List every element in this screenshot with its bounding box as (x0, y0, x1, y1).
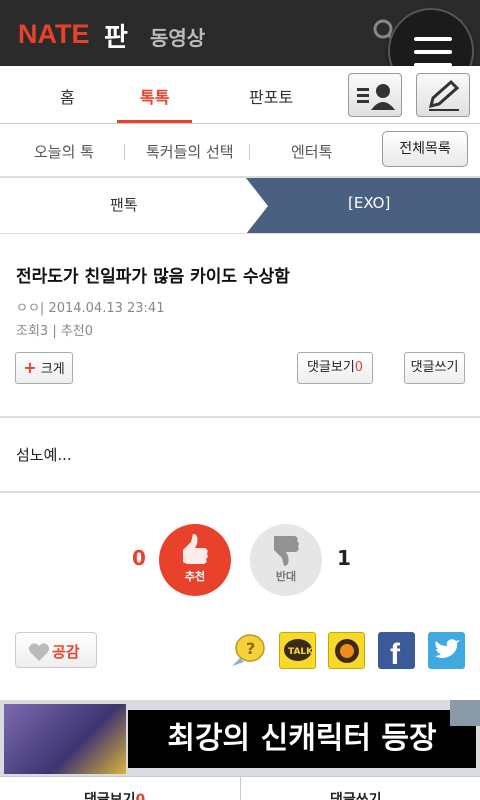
downvote-count: 1 (337, 546, 351, 570)
tab-panphoto[interactable]: 판포토 (249, 84, 293, 108)
subnav-choice[interactable]: 톡커들의 선택 (146, 141, 234, 162)
upvote-count: 0 (132, 546, 146, 570)
bottom-view-comments-label: 댓글보기 (84, 792, 136, 800)
article-body: 섬노예... (16, 446, 72, 464)
view-comments-button[interactable]: 댓글보기0 (297, 352, 373, 384)
subnav-entertalk[interactable]: 엔터톡 (291, 141, 332, 162)
breadcrumb-fantalk[interactable]: 팬톡 (110, 194, 138, 215)
svg-text:TALK: TALK (288, 647, 314, 657)
kakaostory-icon[interactable] (328, 632, 365, 669)
kakaotalk-icon[interactable]: TALK (279, 632, 316, 669)
pencil-icon (428, 79, 460, 111)
divider (0, 416, 480, 418)
bottom-comment-count: 0 (135, 792, 146, 800)
plus-icon: + (23, 358, 37, 377)
thumbs-up-icon (183, 534, 208, 564)
twitter-icon[interactable] (428, 632, 465, 669)
breadcrumb: 팬톡 [EXO] (0, 178, 480, 234)
bottom-bar: 댓글보기0 댓글쓰기 (0, 776, 480, 800)
tab-toktok[interactable]: 톡톡 (140, 84, 169, 108)
like-label: 공감 (52, 643, 80, 661)
bottom-view-comments[interactable]: 댓글보기0 (84, 789, 145, 800)
main-nav: 홈 톡톡 판포토 (0, 66, 480, 124)
enlarge-button[interactable]: + 크게 (15, 352, 73, 384)
sub-nav: 오늘의 톡 톡커들의 선택 엔터톡 전체목록 (0, 124, 480, 178)
thumbs-down-icon (274, 536, 299, 566)
bottom-write-comment[interactable]: 댓글쓰기 (330, 789, 382, 800)
upvote-label: 추천 (184, 570, 206, 583)
profile-icon (357, 84, 395, 110)
ad-character-image (4, 704, 126, 774)
heart-icon (28, 643, 50, 661)
pan-logo[interactable]: 판 (104, 17, 128, 54)
ad-banner[interactable]: 최강의 신캐릭터 등장 (0, 700, 480, 776)
divider (0, 491, 480, 493)
tab-home[interactable]: 홈 (60, 84, 75, 108)
downvote-button[interactable]: 반대 (250, 524, 322, 596)
divider (249, 144, 250, 160)
write-button[interactable] (416, 73, 470, 117)
profile-button[interactable] (348, 73, 402, 117)
ad-text: 최강의 신캐릭터 등장 (128, 710, 476, 768)
subnav-today[interactable]: 오늘의 톡 (34, 141, 94, 162)
like-button[interactable]: 공감 (15, 632, 97, 668)
video-link[interactable]: 동영상 (150, 22, 205, 51)
divider (124, 144, 125, 160)
downvote-label: 반대 (275, 570, 297, 583)
write-comment-button[interactable]: 댓글쓰기 (404, 352, 465, 384)
article-title: 전라도가 친일파가 많음 카이도 수상함 (16, 267, 290, 287)
view-comments-label: 댓글보기 (306, 360, 355, 375)
nate-logo[interactable]: NATE (18, 19, 90, 50)
facebook-icon[interactable]: f (378, 632, 415, 671)
divider (240, 777, 241, 800)
all-list-button[interactable]: 전체목록 (382, 131, 468, 167)
mypeople-icon[interactable]: ? (230, 632, 267, 669)
article-author-date: ㅇㅇ| 2014.04.13 23:41 (16, 301, 165, 316)
breadcrumb-exo[interactable]: [EXO] (348, 194, 390, 212)
ad-close-icon[interactable] (450, 700, 480, 726)
enlarge-label: 크게 (40, 362, 65, 377)
svg-text:f: f (390, 638, 401, 669)
svg-text:?: ? (246, 639, 255, 658)
breadcrumb-arrow (246, 178, 268, 234)
active-tab-indicator (117, 120, 192, 123)
comment-count: 0 (354, 360, 364, 375)
upvote-button[interactable]: 추천 (159, 524, 231, 596)
article-stats: 조회3 | 추천0 (16, 324, 94, 339)
